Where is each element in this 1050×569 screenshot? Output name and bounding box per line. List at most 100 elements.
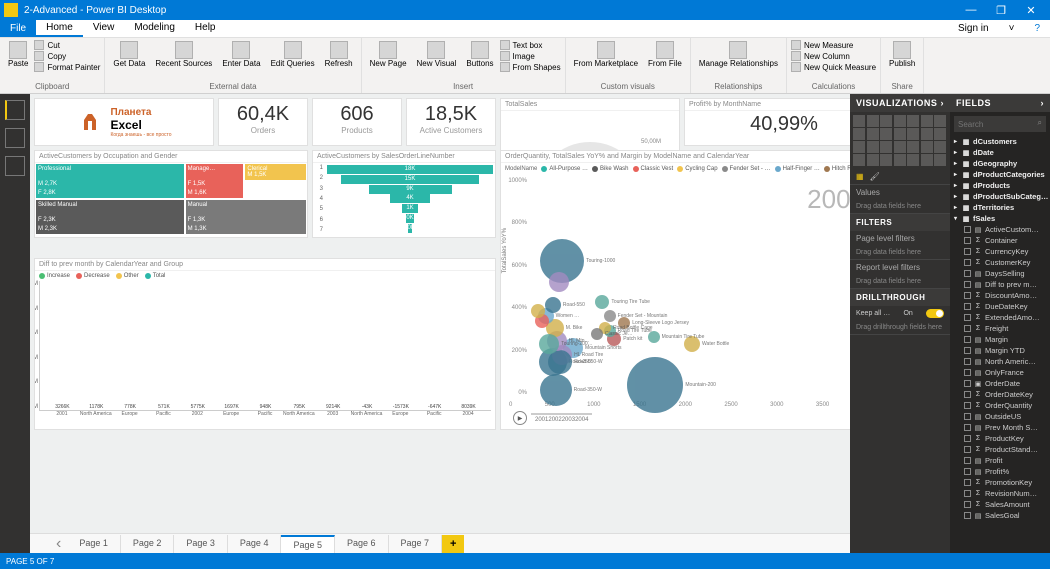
from-file-button[interactable]: From File [644, 40, 686, 69]
page-tab[interactable]: Page 7 [389, 535, 443, 553]
field-item[interactable]: ▤North Americ… [950, 356, 1050, 367]
profit-visual[interactable]: Profit% by MonthName 40,99% [684, 98, 850, 146]
vis-type-icon[interactable] [934, 128, 946, 140]
field-checkbox[interactable] [964, 248, 971, 255]
page-tab[interactable]: Page 3 [174, 535, 228, 553]
help-icon[interactable]: ? [1024, 21, 1050, 36]
field-item[interactable]: ΣSalesAmount [950, 499, 1050, 510]
field-table[interactable]: ▦dProductCategories [950, 169, 1050, 180]
field-checkbox[interactable] [964, 501, 971, 508]
field-checkbox[interactable] [964, 424, 971, 431]
field-item[interactable]: ΣRevisionNum… [950, 488, 1050, 499]
field-checkbox[interactable] [964, 380, 971, 387]
funnel-bar[interactable]: 15K [341, 175, 479, 184]
field-item[interactable]: ΣExtendedAmo… [950, 312, 1050, 323]
report-canvas[interactable]: Планета Excel Когда знаешь - все просто … [30, 94, 850, 553]
legend-item[interactable]: Increase [39, 273, 70, 279]
shapes-button[interactable]: From Shapes [500, 62, 561, 72]
scatter-point[interactable]: Road-350-W [540, 374, 572, 406]
report-view-icon[interactable] [5, 100, 25, 120]
scatter-point[interactable]: Fender Set - Mountain [604, 310, 616, 322]
prev-page-icon[interactable]: ‹ [50, 535, 67, 553]
field-checkbox[interactable] [964, 281, 971, 288]
legend-item[interactable]: Hitch Rack … [824, 166, 850, 172]
field-checkbox[interactable] [964, 314, 971, 321]
field-checkbox[interactable] [964, 259, 971, 266]
field-item[interactable]: ▤SalesGoal [950, 510, 1050, 521]
legend-item[interactable]: Classic Vest [633, 166, 674, 172]
field-table[interactable]: ▦dDate [950, 147, 1050, 158]
vis-type-icon[interactable] [894, 128, 906, 140]
funnel-bar[interactable]: 1K [402, 204, 419, 213]
new-visual-button[interactable]: New Visual [413, 40, 461, 69]
report-filters-dropzone[interactable]: Drag data fields here [850, 275, 950, 289]
vis-type-icon[interactable] [880, 115, 892, 127]
maximize-button[interactable]: ❐ [986, 4, 1016, 17]
vis-type-icon[interactable] [907, 115, 919, 127]
vis-type-icon[interactable] [880, 128, 892, 140]
vis-type-icon[interactable] [880, 154, 892, 166]
field-item[interactable]: ▤DaysSelling [950, 268, 1050, 279]
edit-queries-button[interactable]: Edit Queries [267, 40, 319, 69]
play-button[interactable]: ▶ [513, 411, 527, 425]
quick-measure-button[interactable]: New Quick Measure [791, 62, 876, 72]
vis-type-icon[interactable] [907, 128, 919, 140]
buttons-button[interactable]: Buttons [462, 40, 497, 69]
new-column-button[interactable]: New Column [791, 51, 876, 61]
publish-button[interactable]: Publish [885, 40, 919, 69]
treemap-visual[interactable]: ActiveCustomers by Occupation and Gender… [34, 150, 308, 238]
timeline-slider[interactable] [531, 413, 592, 415]
fields-tab-icon[interactable]: ▦ [856, 172, 864, 181]
vis-type-icon[interactable] [894, 154, 906, 166]
field-item[interactable]: ΣFreight [950, 323, 1050, 334]
field-checkbox[interactable] [964, 325, 971, 332]
model-view-icon[interactable] [5, 156, 25, 176]
field-item[interactable]: ▤Margin [950, 334, 1050, 345]
vis-type-icon[interactable] [853, 115, 865, 127]
field-item[interactable]: ▤Profit% [950, 466, 1050, 477]
drill-dropzone[interactable]: Drag drillthrough fields here [850, 321, 950, 335]
field-checkbox[interactable] [964, 226, 971, 233]
field-item[interactable]: ΣProductKey [950, 433, 1050, 444]
refresh-button[interactable]: Refresh [321, 40, 357, 69]
scatter-point[interactable]: Touring-200… [539, 334, 559, 354]
page-tab[interactable]: Page 2 [121, 535, 175, 553]
funnel-bar[interactable]: 4K [390, 194, 430, 203]
manage-rel-button[interactable]: Manage Relationships [695, 40, 782, 69]
vis-type-icon[interactable] [921, 115, 933, 127]
get-data-button[interactable]: Get Data [109, 40, 149, 69]
field-item[interactable]: ΣOrderDateKey [950, 389, 1050, 400]
scatter-point[interactable]: Mountain-200 [627, 357, 683, 413]
funnel-visual[interactable]: ActiveCustomers by SalesOrderLineNumber … [312, 150, 496, 238]
sign-in-link[interactable]: Sign in [948, 21, 999, 36]
field-item[interactable]: ΣDueDateKey [950, 301, 1050, 312]
field-table[interactable]: ▦dCustomers [950, 136, 1050, 147]
field-item[interactable]: ▤Diff to prev m… [950, 279, 1050, 290]
field-checkbox[interactable] [964, 490, 971, 497]
field-item[interactable]: ▤Margin YTD [950, 345, 1050, 356]
collapse-icon[interactable]: › [941, 98, 945, 108]
paste-button[interactable]: Paste [4, 40, 32, 69]
file-menu[interactable]: File [0, 20, 36, 37]
vis-type-icon[interactable] [921, 141, 933, 153]
field-item[interactable]: ▤OutsideUS [950, 411, 1050, 422]
image-button[interactable]: Image [500, 51, 561, 61]
field-checkbox[interactable] [964, 435, 971, 442]
field-checkbox[interactable] [964, 347, 971, 354]
vis-type-icon[interactable] [934, 154, 946, 166]
field-item[interactable]: ΣContainer [950, 235, 1050, 246]
copy-button[interactable]: Copy [34, 51, 100, 61]
vis-type-icon[interactable] [934, 141, 946, 153]
page-tab[interactable]: Page 5 [281, 535, 335, 553]
page-tab[interactable]: Page 6 [335, 535, 389, 553]
legend-item[interactable]: Other [116, 273, 139, 279]
vis-type-icon[interactable] [921, 128, 933, 140]
treemap-cell[interactable]: ClericalM 1,5K [244, 163, 307, 181]
field-checkbox[interactable] [964, 512, 971, 519]
legend-item[interactable]: Fender Set - … [722, 166, 771, 172]
legend-item[interactable]: Total [145, 273, 166, 279]
vis-type-icon[interactable] [880, 141, 892, 153]
vis-type-icon[interactable] [853, 128, 865, 140]
close-button[interactable]: ✕ [1016, 4, 1046, 17]
field-table[interactable]: ▦dProductSubCateg… [950, 191, 1050, 202]
